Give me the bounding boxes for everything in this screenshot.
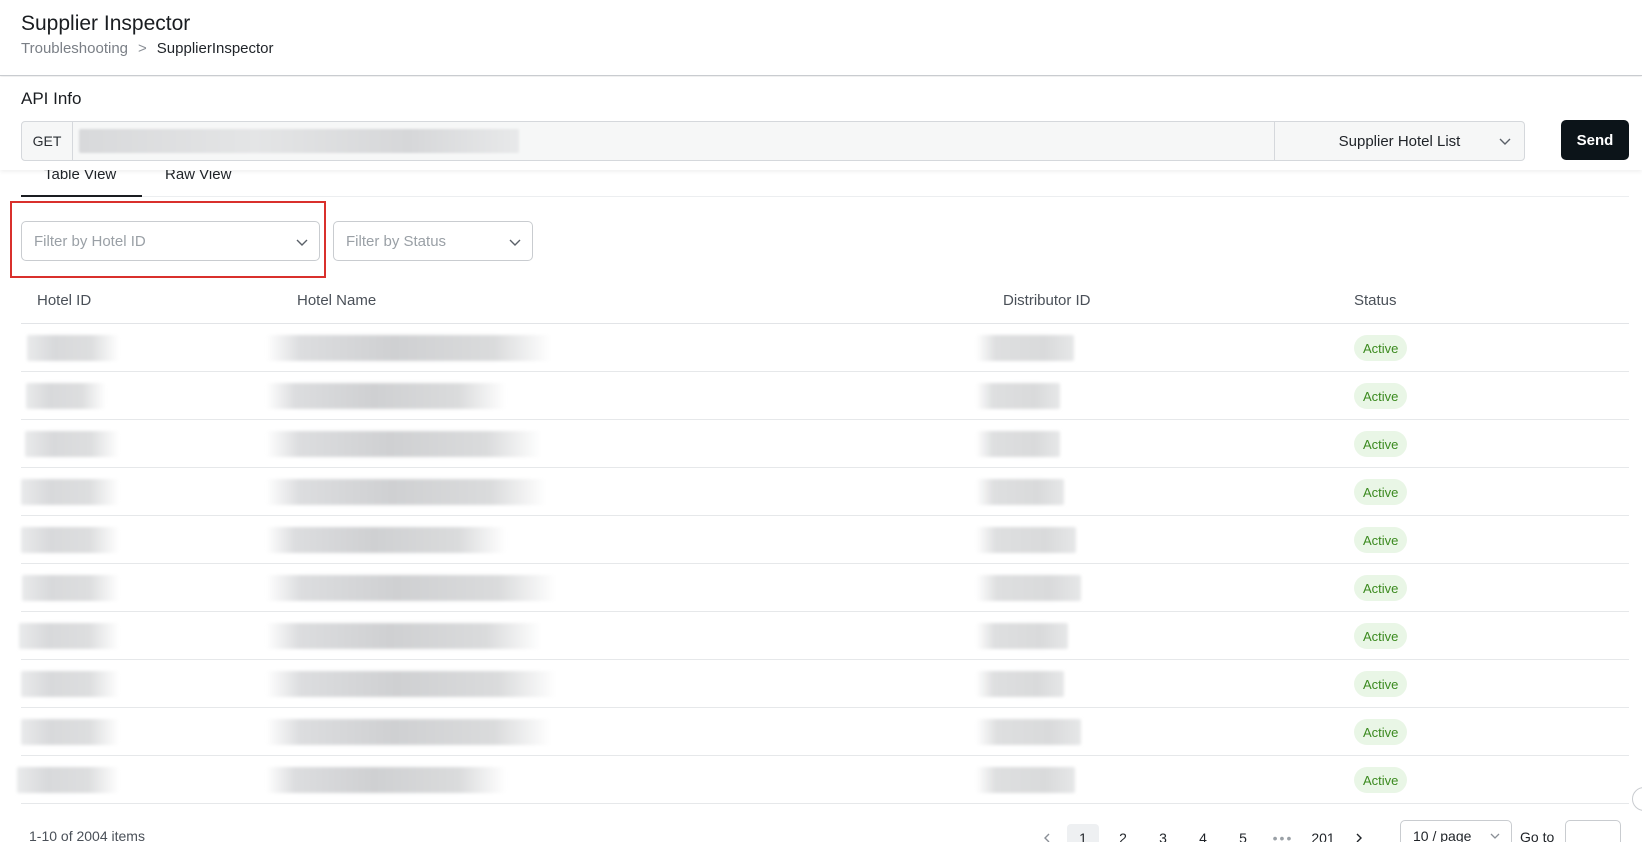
redacted-distributor-id xyxy=(976,719,1081,745)
redacted-hotel-name xyxy=(266,719,551,745)
endpoint-select[interactable]: Supplier Hotel List xyxy=(1274,122,1524,160)
redacted-hotel-id xyxy=(19,623,119,649)
table-header: Hotel ID Hotel Name Distributor ID Statu… xyxy=(21,282,1629,324)
pagination: 1 2 3 4 5 ••• 201 xyxy=(1035,824,1379,842)
help-button[interactable] xyxy=(1632,787,1642,811)
redacted-hotel-name xyxy=(266,383,506,409)
column-header-status[interactable]: Status xyxy=(1354,292,1397,309)
status-badge: Active xyxy=(1354,623,1408,649)
page-1-button[interactable]: 1 xyxy=(1067,824,1099,842)
redacted-distributor-id xyxy=(976,671,1064,697)
redacted-hotel-name xyxy=(266,479,546,505)
api-info-title: API Info xyxy=(21,89,82,108)
redacted-distributor-id xyxy=(976,623,1068,649)
column-header-hotel-id[interactable]: Hotel ID xyxy=(37,292,91,309)
page-size-value: 10 / page xyxy=(1413,828,1472,842)
status-badge: Active xyxy=(1354,719,1408,745)
filter-hotel-id-placeholder: Filter by Hotel ID xyxy=(34,232,146,250)
redacted-hotel-id xyxy=(21,719,119,745)
table-row[interactable]: Active xyxy=(19,612,1629,660)
table-footer: 1-10 of 2004 items 1 2 3 4 5 ••• 201 10 … xyxy=(0,820,1642,842)
api-request-bar: GET Supplier Hotel List xyxy=(21,121,1525,161)
filter-status-select[interactable]: Filter by Status xyxy=(333,221,533,261)
redacted-distributor-id xyxy=(976,767,1075,793)
table-row[interactable]: Active xyxy=(21,708,1629,756)
request-url-field[interactable] xyxy=(73,122,1274,160)
endpoint-select-value: Supplier Hotel List xyxy=(1338,132,1461,150)
redacted-distributor-id xyxy=(976,431,1060,457)
goto-label: Go to xyxy=(1520,829,1555,842)
table-row[interactable]: Active xyxy=(21,468,1629,516)
table-row[interactable]: Active xyxy=(21,324,1629,372)
chevron-left-icon[interactable] xyxy=(1035,824,1059,842)
chevron-down-icon xyxy=(1490,833,1500,839)
redacted-hotel-id xyxy=(25,431,119,457)
filter-hotel-id-select[interactable]: Filter by Hotel ID xyxy=(21,221,320,261)
http-method: GET xyxy=(22,122,73,160)
pagination-total: 1-10 of 2004 items xyxy=(29,828,145,842)
table-row[interactable]: Active xyxy=(21,564,1629,612)
status-badge: Active xyxy=(1354,575,1408,601)
column-header-hotel-name[interactable]: Hotel Name xyxy=(297,292,376,309)
active-tab-indicator xyxy=(21,195,142,197)
redacted-hotel-name xyxy=(266,335,551,361)
status-badge: Active xyxy=(1354,671,1408,697)
redacted-hotel-id xyxy=(21,479,119,505)
table-row[interactable]: Active xyxy=(21,372,1629,420)
redacted-url xyxy=(79,129,519,153)
breadcrumb-separator: > xyxy=(138,40,147,57)
redacted-hotel-name xyxy=(266,575,556,601)
redacted-hotel-id xyxy=(17,767,119,793)
chevron-down-icon xyxy=(509,239,521,246)
redacted-hotel-name xyxy=(266,767,506,793)
redacted-hotel-name xyxy=(266,623,541,649)
page-2-button[interactable]: 2 xyxy=(1107,824,1139,842)
table-row[interactable]: Active xyxy=(21,420,1629,468)
breadcrumb-parent-link[interactable]: Troubleshooting xyxy=(21,40,128,57)
pagination-ellipsis[interactable]: ••• xyxy=(1267,824,1299,842)
redacted-hotel-name xyxy=(266,671,556,697)
table-row[interactable]: Active xyxy=(21,516,1629,564)
status-badge: Active xyxy=(1354,383,1408,409)
redacted-distributor-id xyxy=(976,527,1076,553)
redacted-hotel-id xyxy=(26,383,106,409)
page-last-button[interactable]: 201 xyxy=(1307,824,1339,842)
redacted-hotel-id xyxy=(21,527,119,553)
redacted-distributor-id xyxy=(976,479,1064,505)
redacted-hotel-id xyxy=(21,671,119,697)
page-size-select[interactable]: 10 / page xyxy=(1400,820,1512,842)
redacted-distributor-id xyxy=(976,335,1074,361)
redacted-distributor-id xyxy=(976,383,1060,409)
status-badge: Active xyxy=(1354,479,1408,505)
redacted-hotel-name xyxy=(266,431,541,457)
column-header-distributor-id[interactable]: Distributor ID xyxy=(1003,292,1091,309)
api-info-panel: API Info GET Supplier Hotel List Send xyxy=(0,77,1642,170)
redacted-hotel-name xyxy=(266,527,506,553)
filter-status-placeholder: Filter by Status xyxy=(346,232,447,250)
status-badge: Active xyxy=(1354,335,1408,361)
chevron-right-icon[interactable] xyxy=(1347,824,1371,842)
breadcrumb: Troubleshooting > SupplierInspector xyxy=(21,40,274,57)
table-row[interactable]: Active xyxy=(17,756,1629,804)
table-row[interactable]: Active xyxy=(21,660,1629,708)
page-4-button[interactable]: 4 xyxy=(1187,824,1219,842)
status-badge: Active xyxy=(1354,527,1408,553)
chevron-down-icon xyxy=(296,239,308,246)
page-5-button[interactable]: 5 xyxy=(1227,824,1259,842)
status-badge: Active xyxy=(1354,431,1408,457)
redacted-hotel-id xyxy=(27,335,119,361)
redacted-hotel-id xyxy=(22,575,119,601)
goto-page-input[interactable] xyxy=(1565,820,1621,842)
status-badge: Active xyxy=(1354,767,1408,793)
page-title: Supplier Inspector xyxy=(21,12,191,35)
chevron-down-icon xyxy=(1499,138,1511,145)
send-button[interactable]: Send xyxy=(1561,120,1629,160)
page-header: Supplier Inspector Troubleshooting > Sup… xyxy=(0,0,1642,76)
redacted-distributor-id xyxy=(976,575,1081,601)
hotel-table: Hotel ID Hotel Name Distributor ID Statu… xyxy=(17,282,1629,804)
page-3-button[interactable]: 3 xyxy=(1147,824,1179,842)
breadcrumb-current: SupplierInspector xyxy=(156,40,274,57)
